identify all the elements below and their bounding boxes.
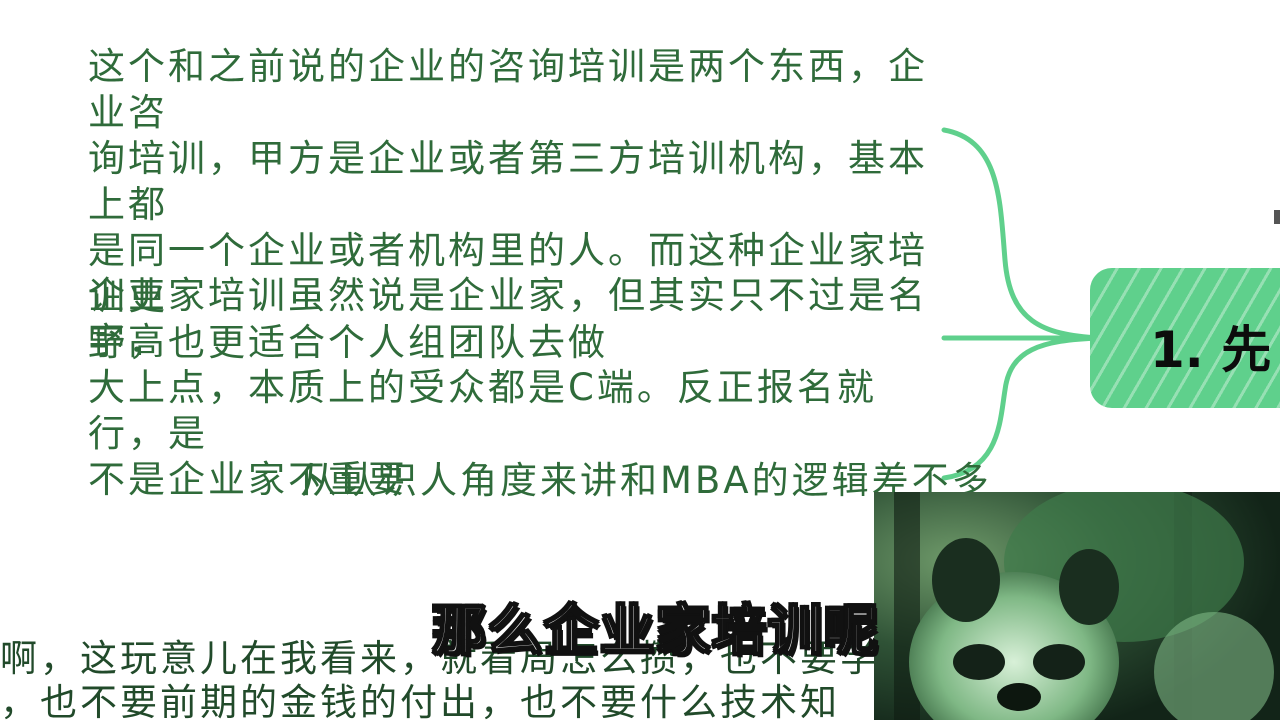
- edge-mark: [1274, 210, 1280, 224]
- mindmap-node: 1. 先: [1090, 268, 1280, 408]
- video-subtitle: 那么企业家培训呢: [431, 598, 880, 663]
- transcript-line-2: ，也不要前期的金钱的付出，也不要什么技术知: [0, 681, 840, 720]
- video-frame: 这个和之前说的企业的咨询培训是两个东西，企业咨 询培训，甲方是企业或者第三方培训…: [0, 0, 1280, 720]
- red-panda-image: [874, 492, 1280, 720]
- mindmap-note-mba: 从认识人角度来讲和MBA的逻辑差不多: [300, 459, 992, 502]
- connector-branch-3: [941, 335, 1103, 481]
- webcam-overlay: [874, 492, 1280, 720]
- mindmap-node-label: 1. 先: [1150, 321, 1272, 379]
- connector-branch-1: [941, 127, 1103, 341]
